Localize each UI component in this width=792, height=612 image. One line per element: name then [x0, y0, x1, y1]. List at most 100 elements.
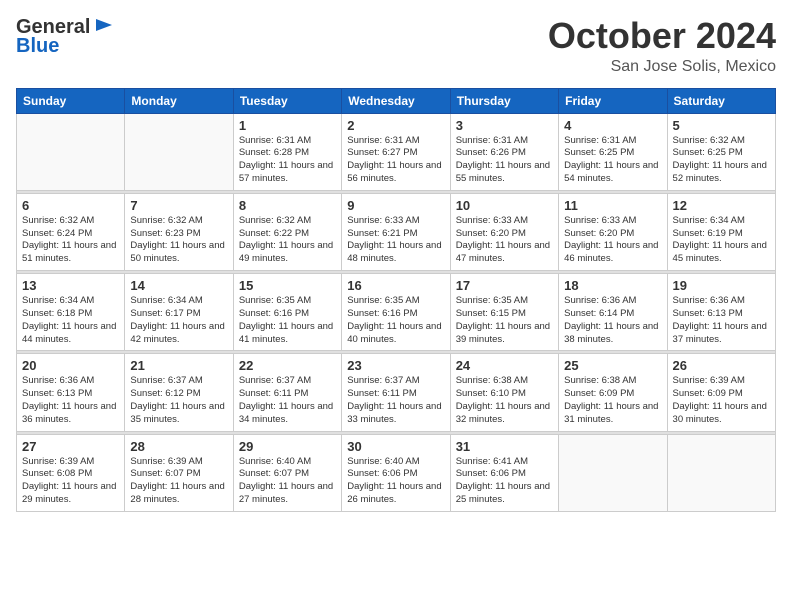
day-number: 27: [22, 439, 119, 454]
day-number: 16: [347, 278, 444, 293]
sunset-text: Sunset: 6:16 PM: [239, 308, 309, 319]
day-number: 19: [673, 278, 770, 293]
day-number: 5: [673, 118, 770, 133]
week-row-1: 1 Sunrise: 6:31 AMSunset: 6:28 PMDaylight…: [17, 113, 776, 190]
day-number: 9: [347, 198, 444, 213]
day-number: 2: [347, 118, 444, 133]
table-row: 16Sunrise: 6:35 AMSunset: 6:16 PMDayligh…: [342, 274, 450, 351]
table-row: 20Sunrise: 6:36 AMSunset: 6:13 PMDayligh…: [17, 354, 125, 431]
day-info: Sunrise: 6:32 AMSunset: 6:23 PMDaylight:…: [130, 215, 227, 266]
table-row: 28 Sunrise: 6:39 AMSunset: 6:07 PMDayligh…: [125, 434, 233, 511]
table-row: [559, 434, 667, 511]
day-info: Sunrise: 6:39 AMSunset: 6:07 PMDaylight:…: [130, 456, 227, 507]
day-number: 17: [456, 278, 553, 293]
daylight-text: Daylight: 11 hours and 33 minutes.: [347, 401, 441, 425]
daylight-text: Daylight: 11 hours and 41 minutes.: [239, 321, 333, 345]
day-number: 12: [673, 198, 770, 213]
day-info: Sunrise: 6:36 AMSunset: 6:14 PMDaylight:…: [564, 295, 661, 346]
table-row: 12Sunrise: 6:34 AMSunset: 6:19 PMDayligh…: [667, 193, 775, 270]
page: General Blue October 2024 San Jose Solis…: [0, 0, 792, 612]
daylight-text: Daylight: 11 hours and 49 minutes.: [239, 240, 333, 264]
table-row: 9Sunrise: 6:33 AMSunset: 6:21 PMDaylight…: [342, 193, 450, 270]
day-number: 28: [130, 439, 227, 454]
table-row: 4 Sunrise: 6:31 AMSunset: 6:25 PMDaylight…: [559, 113, 667, 190]
sunset-text: Sunset: 6:06 PM: [456, 468, 526, 479]
sunrise-text: Sunrise: 6:37 AM: [239, 375, 311, 386]
week-row-2: 6Sunrise: 6:32 AMSunset: 6:24 PMDaylight…: [17, 193, 776, 270]
table-row: 13Sunrise: 6:34 AMSunset: 6:18 PMDayligh…: [17, 274, 125, 351]
sunset-text: Sunset: 6:23 PM: [130, 228, 200, 239]
day-number: 18: [564, 278, 661, 293]
sunset-text: Sunset: 6:25 PM: [564, 147, 634, 158]
day-number: 21: [130, 358, 227, 373]
sunrise-text: Sunrise: 6:36 AM: [22, 375, 94, 386]
sunrise-text: Sunrise: 6:34 AM: [22, 295, 94, 306]
daylight-text: Daylight: 11 hours and 32 minutes.: [456, 401, 550, 425]
sunrise-text: Sunrise: 6:41 AM: [456, 456, 528, 467]
daylight-text: Daylight: 11 hours and 55 minutes.: [456, 160, 550, 184]
daylight-text: Daylight: 11 hours and 37 minutes.: [673, 321, 767, 345]
day-number: 15: [239, 278, 336, 293]
sunset-text: Sunset: 6:17 PM: [130, 308, 200, 319]
sunrise-text: Sunrise: 6:32 AM: [130, 215, 202, 226]
sunset-text: Sunset: 6:11 PM: [239, 388, 309, 399]
sunrise-text: Sunrise: 6:36 AM: [564, 295, 636, 306]
location-title: San Jose Solis, Mexico: [548, 58, 776, 76]
daylight-text: Daylight: 11 hours and 45 minutes.: [673, 240, 767, 264]
col-monday: Monday: [125, 88, 233, 113]
table-row: 25Sunrise: 6:38 AMSunset: 6:09 PMDayligh…: [559, 354, 667, 431]
col-sunday: Sunday: [17, 88, 125, 113]
day-info: Sunrise: 6:32 AMSunset: 6:22 PMDaylight:…: [239, 215, 336, 266]
table-row: 10Sunrise: 6:33 AMSunset: 6:20 PMDayligh…: [450, 193, 558, 270]
sunrise-text: Sunrise: 6:32 AM: [22, 215, 94, 226]
day-number: 31: [456, 439, 553, 454]
sunrise-text: Sunrise: 6:31 AM: [239, 135, 311, 146]
daylight-text: Daylight: 11 hours and 48 minutes.: [347, 240, 441, 264]
day-number: 8: [239, 198, 336, 213]
day-number: 11: [564, 198, 661, 213]
day-info: Sunrise: 6:37 AM Sunset: 6:11 PM Daylight:…: [239, 375, 336, 426]
day-number: 24: [456, 358, 553, 373]
table-row: 14Sunrise: 6:34 AMSunset: 6:17 PMDayligh…: [125, 274, 233, 351]
day-number: 4: [564, 118, 661, 133]
sunrise-text: Sunrise: 6:37 AM: [347, 375, 419, 386]
daylight-text: Daylight: 11 hours and 34 minutes.: [239, 401, 333, 425]
day-info: Sunrise: 6:31 AMSunset: 6:26 PMDaylight:…: [456, 135, 553, 186]
daylight-text: Daylight: 11 hours and 52 minutes.: [673, 160, 767, 184]
sunrise-text: Sunrise: 6:32 AM: [239, 215, 311, 226]
day-info: Sunrise: 6:38 AMSunset: 6:10 PMDaylight:…: [456, 375, 553, 426]
col-tuesday: Tuesday: [233, 88, 341, 113]
sunset-text: Sunset: 6:15 PM: [456, 308, 526, 319]
sunset-text: Sunset: 6:08 PM: [22, 468, 92, 479]
daylight-text: Daylight: 11 hours and 44 minutes.: [22, 321, 116, 345]
day-number: 22: [239, 358, 336, 373]
daylight-text: Daylight: 11 hours and 31 minutes.: [564, 401, 658, 425]
day-number: 30: [347, 439, 444, 454]
table-row: 29Sunrise: 6:40 AMSunset: 6:07 PMDayligh…: [233, 434, 341, 511]
table-row: 17Sunrise: 6:35 AMSunset: 6:15 PMDayligh…: [450, 274, 558, 351]
daylight-text: Daylight: 11 hours and 26 minutes.: [347, 481, 441, 505]
table-row: [125, 113, 233, 190]
sunrise-text: Sunrise: 6:40 AM: [347, 456, 419, 467]
col-saturday: Saturday: [667, 88, 775, 113]
sunrise-text: Sunrise: 6:36 AM: [673, 295, 745, 306]
day-info: Sunrise: 6:40 AMSunset: 6:06 PMDaylight:…: [347, 456, 444, 507]
sunrise-text: Sunrise: 6:37 AM: [130, 375, 202, 386]
day-info: Sunrise: 6:31 AMSunset: 6:25 PMDaylight:…: [564, 135, 661, 186]
sunrise-text: Sunrise: 6:35 AM: [239, 295, 311, 306]
sunset-text: Sunset: 6:13 PM: [22, 388, 92, 399]
daylight-text: Daylight: 11 hours and 46 minutes.: [564, 240, 658, 264]
table-row: 3 Sunrise: 6:31 AMSunset: 6:26 PMDaylight…: [450, 113, 558, 190]
sunrise-text: Sunrise: 6:31 AM: [564, 135, 636, 146]
table-row: 21Sunrise: 6:37 AMSunset: 6:12 PMDayligh…: [125, 354, 233, 431]
daylight-text: Daylight: 11 hours and 47 minutes.: [456, 240, 550, 264]
sunset-text: Sunset: 6:20 PM: [564, 228, 634, 239]
day-info: Sunrise: 6:31 AMSunset: 6:28 PMDaylight:…: [239, 135, 336, 186]
daylight-text: Daylight: 11 hours and 38 minutes.: [564, 321, 658, 345]
day-info: Sunrise: 6:31 AMSunset: 6:27 PMDaylight:…: [347, 135, 444, 186]
day-number: 3: [456, 118, 553, 133]
day-number: 1: [239, 118, 336, 133]
sunset-text: Sunset: 6:09 PM: [564, 388, 634, 399]
table-row: 31Sunrise: 6:41 AMSunset: 6:06 PMDayligh…: [450, 434, 558, 511]
table-row: 19Sunrise: 6:36 AMSunset: 6:13 PMDayligh…: [667, 274, 775, 351]
